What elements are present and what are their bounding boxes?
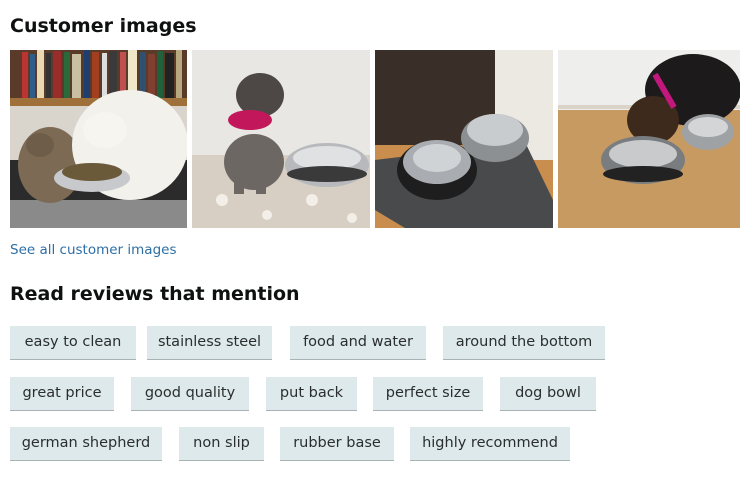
mention-chip[interactable]: perfect size (373, 377, 483, 411)
mention-chip[interactable]: around the bottom (443, 326, 605, 360)
mention-chip[interactable]: food and water (290, 326, 426, 360)
customer-image-thumbnail[interactable] (10, 50, 187, 228)
see-all-customer-images-link[interactable]: See all customer images (10, 242, 176, 258)
mention-chip[interactable]: put back (266, 377, 357, 411)
two-bowls-on-mat-photo (375, 50, 553, 228)
dog-eating-photo (558, 50, 740, 228)
mention-chip[interactable]: good quality (131, 377, 249, 411)
mention-chip[interactable]: rubber base (280, 427, 394, 461)
mention-chip[interactable]: stainless steel (147, 326, 272, 360)
reviews-mention-heading: Read reviews that mention (10, 283, 300, 305)
cats-eating-photo (10, 50, 187, 228)
customer-image-thumbnail[interactable] (375, 50, 553, 228)
dog-with-bandana-photo (192, 50, 370, 228)
mention-chip[interactable]: highly recommend (410, 427, 570, 461)
mention-chip[interactable]: great price (10, 377, 114, 411)
mention-chip[interactable]: dog bowl (500, 377, 596, 411)
customer-images-heading: Customer images (10, 15, 197, 37)
mention-chip[interactable]: german shepherd (10, 427, 162, 461)
customer-image-gallery (10, 50, 740, 228)
customer-image-thumbnail[interactable] (558, 50, 740, 228)
mention-chip[interactable]: easy to clean (10, 326, 136, 360)
mention-chip[interactable]: non slip (179, 427, 264, 461)
customer-image-thumbnail[interactable] (192, 50, 370, 228)
